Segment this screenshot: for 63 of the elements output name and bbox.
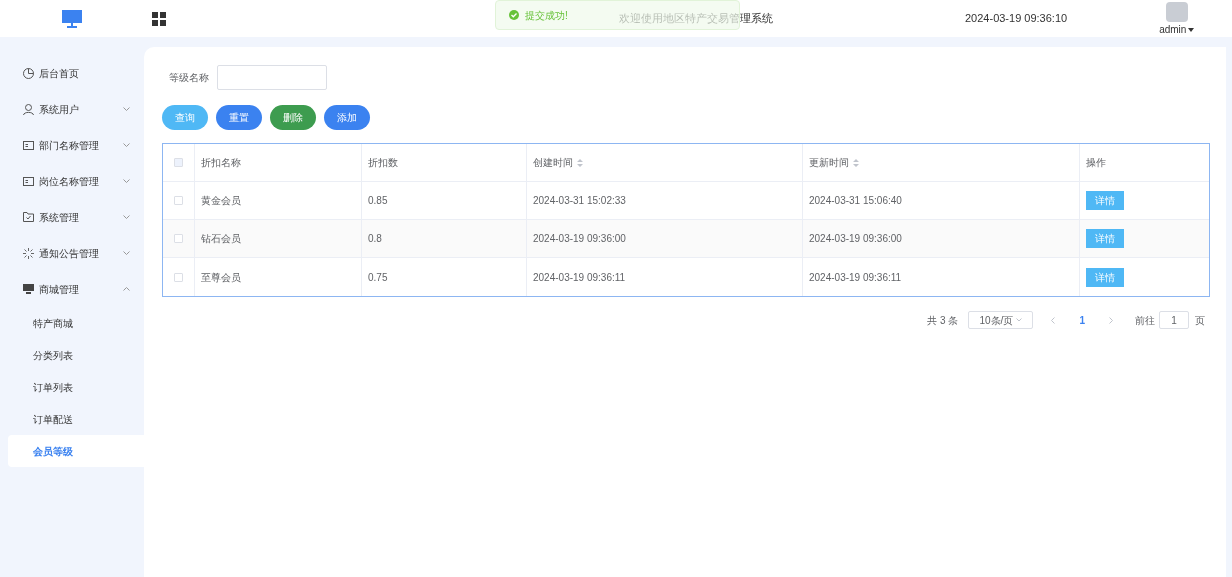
id-card-icon <box>23 176 34 186</box>
submenu-item[interactable]: 订单配送 <box>8 403 144 435</box>
sort-icon[interactable] <box>577 158 583 167</box>
caret-icon[interactable] <box>1188 27 1195 32</box>
table-cell-text: 2024-03-19 09:36:00 <box>533 232 626 246</box>
table-cell-text: 2024-03-19 09:36:11 <box>533 270 626 285</box>
menu-item[interactable]: 系统用户 <box>39 101 79 117</box>
user-icon <box>23 103 34 115</box>
table-cell-text: 至尊会员 <box>201 270 241 285</box>
table-cell-text: 0.85 <box>368 194 388 208</box>
page-suffix: 页 <box>1195 313 1205 328</box>
table-cell-text: 2024-03-31 15:06:40 <box>809 194 902 208</box>
menu-item[interactable]: 商城管理 <box>39 281 79 297</box>
grid-menu-icon[interactable] <box>152 11 166 26</box>
goto-page-input[interactable]: 1 <box>1159 311 1189 329</box>
submenu-item[interactable]: 特产商城 <box>8 307 144 339</box>
page-size-select[interactable]: 10条/页 <box>968 311 1034 329</box>
id-card-icon <box>23 140 34 150</box>
table-cell-text: 2024-03-31 15:02:33 <box>533 194 626 208</box>
prev-page-icon[interactable] <box>1051 316 1056 324</box>
table-cell-text: 2024-03-19 09:36:00 <box>809 232 902 246</box>
goto-label: 前往 <box>1135 313 1155 328</box>
table-cell-text: 黄金会员 <box>201 194 241 208</box>
column-header: 更新时间 <box>809 156 849 170</box>
column-header: 折扣数 <box>368 156 398 170</box>
menu-item[interactable]: 岗位名称管理 <box>39 173 99 189</box>
menu-item[interactable]: 通知公告管理 <box>39 245 99 261</box>
toast-message: 提交成功! <box>525 8 568 23</box>
menu-item[interactable]: 系统管理 <box>39 209 79 225</box>
avatar[interactable] <box>1165 2 1188 22</box>
table-cell-text: 钻石会员 <box>201 232 241 246</box>
level-name-input[interactable] <box>217 65 327 90</box>
current-page[interactable]: 1 <box>1079 312 1085 328</box>
action-button[interactable]: 重置 <box>216 105 262 130</box>
menu-item[interactable]: 部门名称管理 <box>39 137 99 153</box>
monitor-icon <box>62 9 82 28</box>
table-cell-text: 2024-03-19 09:36:11 <box>809 270 902 285</box>
menu-item[interactable]: 后台首页 <box>39 65 79 81</box>
sort-icon[interactable] <box>853 158 859 167</box>
row-checkbox[interactable] <box>174 272 183 282</box>
row-checkbox[interactable] <box>174 196 183 205</box>
select-all-checkbox[interactable] <box>174 158 183 167</box>
submenu-item[interactable]: 分类列表 <box>8 339 144 371</box>
pie-chart-icon <box>23 67 34 79</box>
submenu-item[interactable]: 会员等级 <box>8 435 144 467</box>
action-button[interactable]: 添加 <box>324 105 370 130</box>
folder-icon <box>23 212 34 222</box>
monitor-icon <box>23 284 34 294</box>
row-checkbox[interactable] <box>174 234 183 243</box>
sparkle-icon <box>23 247 34 259</box>
column-header: 折扣名称 <box>201 156 241 170</box>
submenu-item[interactable]: 订单列表 <box>8 371 144 403</box>
total-count: 共 3 条 <box>927 313 959 328</box>
date-time: 2024-03-19 09:36:10 <box>965 11 1068 27</box>
field-label: 等级名称 <box>169 71 209 85</box>
column-header: 操作 <box>1086 156 1106 170</box>
table-cell-text: 0.75 <box>368 270 388 285</box>
check-circle-icon <box>509 10 519 20</box>
table-cell-text: 0.8 <box>368 232 382 246</box>
user-name[interactable]: admin <box>1159 22 1187 37</box>
column-header: 创建时间 <box>533 156 573 170</box>
chevron-down-icon <box>1016 318 1023 322</box>
next-page-icon[interactable] <box>1109 316 1113 324</box>
